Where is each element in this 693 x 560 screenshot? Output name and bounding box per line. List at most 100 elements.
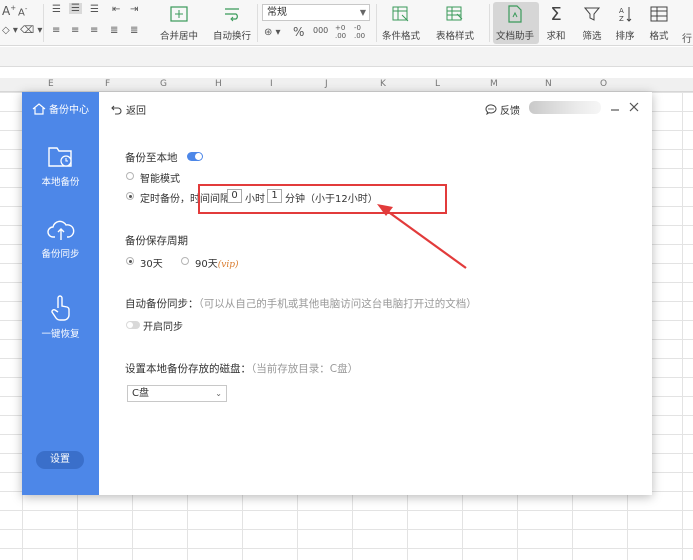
backup-local-toggle[interactable]: [187, 152, 203, 161]
conditional-format-icon: [390, 4, 412, 24]
sort-button[interactable]: AZ 排序: [614, 4, 636, 42]
brand-label: 备份中心: [49, 105, 89, 116]
close-button[interactable]: [627, 100, 641, 114]
decimal-increase-button[interactable]: +0 .00: [335, 24, 349, 40]
divider: [376, 4, 377, 42]
disk-select[interactable]: C盘 ⌄: [127, 385, 227, 402]
divider: [489, 4, 490, 42]
auto-sync-title: 自动备份同步：（可以从自己的手机或其他电脑访问这台电脑打开过的文档）: [125, 296, 477, 311]
sidebar-item-label: 一键恢复: [41, 329, 80, 340]
column-header[interactable]: F: [105, 79, 110, 89]
table-style-button[interactable]: 表格样式: [436, 4, 474, 42]
column-header[interactable]: I: [270, 79, 273, 89]
conditional-format-label: 条件格式: [382, 31, 421, 42]
feedback-label: 反馈: [500, 106, 520, 117]
sync-toggle-label: 开启同步: [143, 322, 183, 333]
clear-icon[interactable]: ⌫ ▾: [20, 25, 42, 36]
formula-bar: [0, 47, 693, 67]
align-middle-icon[interactable]: ☰: [69, 3, 82, 14]
doc-assistant-icon: [504, 4, 526, 24]
indent-increase-icon[interactable]: ⇥: [130, 4, 138, 15]
font-size-up-label: A: [2, 4, 11, 18]
number-format-value: 常规: [267, 7, 287, 18]
font-size-decrease-button[interactable]: A-: [18, 5, 27, 18]
user-account-blurred[interactable]: [529, 101, 601, 114]
settings-button[interactable]: 设置: [36, 451, 84, 469]
divider: [257, 4, 258, 42]
close-icon: [629, 102, 639, 112]
sidebar-item-one-click-restore[interactable]: 一键恢复: [22, 294, 99, 340]
sidebar-item-backup-sync[interactable]: 备份同步: [22, 218, 99, 260]
distributed-icon[interactable]: ≣: [130, 25, 138, 36]
hand-pointer-icon: [50, 295, 70, 321]
decimal-decrease-button[interactable]: -0 .00: [354, 24, 368, 40]
divider: [43, 4, 44, 42]
column-header[interactable]: O: [600, 79, 607, 89]
sidebar: 备份中心 本地备份 备份同步 一键恢复 设置: [22, 92, 99, 495]
retention-90-label: 90天(vip): [195, 255, 238, 270]
column-header[interactable]: J: [325, 79, 328, 89]
align-left-icon[interactable]: ≡: [52, 25, 60, 36]
back-button[interactable]: 返回: [111, 102, 146, 117]
sync-toggle[interactable]: [126, 321, 140, 329]
format-button[interactable]: 格式: [648, 4, 670, 42]
column-header[interactable]: K: [380, 79, 386, 89]
auto-sync-hint: （可以从自己的手机或其他电脑访问这台电脑打开过的文档）: [198, 298, 477, 310]
align-center-icon[interactable]: ≡: [71, 25, 79, 36]
svg-text:A: A: [619, 7, 624, 15]
column-header[interactable]: E: [48, 79, 54, 89]
number-format-select[interactable]: 常规 ▼: [262, 4, 370, 21]
align-top-icon[interactable]: ☰: [52, 4, 61, 15]
table-style-label: 表格样式: [436, 31, 475, 42]
folder-clock-icon: [47, 147, 72, 167]
column-header[interactable]: G: [160, 79, 167, 89]
dialog-topbar: 返回 反馈: [99, 92, 652, 124]
retention-90-radio[interactable]: [181, 257, 189, 265]
thousands-button[interactable]: 000: [313, 26, 328, 35]
font-size-increase-button[interactable]: A+: [2, 4, 16, 18]
wrap-text-button[interactable]: 自动换行: [213, 4, 251, 42]
conditional-format-button[interactable]: 条件格式: [382, 4, 420, 42]
currency-button[interactable]: ⊛ ▾: [264, 27, 281, 38]
format-label: 格式: [649, 31, 669, 42]
doc-assistant-button[interactable]: 文档助手: [496, 4, 534, 42]
align-bottom-icon[interactable]: ☰: [90, 4, 99, 15]
feedback-button[interactable]: 反馈: [485, 102, 520, 117]
brand: 备份中心: [32, 101, 89, 116]
format-icon: [648, 4, 670, 24]
column-header[interactable]: M: [490, 79, 498, 89]
smart-mode-radio[interactable]: [126, 172, 134, 180]
column-header[interactable]: L: [435, 79, 440, 89]
column-header[interactable]: N: [545, 79, 552, 89]
sort-icon: AZ: [614, 4, 636, 24]
merge-center-label: 合并居中: [160, 31, 199, 42]
filter-button[interactable]: 筛选: [581, 4, 603, 42]
filter-icon: [581, 4, 603, 24]
sum-button[interactable]: Σ 求和: [545, 3, 567, 43]
column-headers: E F G H I J K L M N O: [0, 78, 693, 92]
backup-local-title: 备份至本地: [125, 152, 178, 164]
indent-decrease-icon[interactable]: ⇤: [112, 4, 120, 15]
row-col-button[interactable]: 行: [682, 30, 692, 45]
timed-backup-radio[interactable]: [126, 192, 134, 200]
retention-30-radio[interactable]: [126, 257, 134, 265]
back-arrow-icon: [111, 105, 122, 115]
cloud-upload-icon: [46, 220, 74, 240]
justify-icon[interactable]: ≣: [110, 25, 118, 36]
column-header[interactable]: H: [215, 79, 222, 89]
disk-title: 设置本地备份存放的磁盘：（当前存放目录：C盘）: [125, 361, 358, 376]
chat-bubble-icon: [485, 104, 497, 115]
merge-center-button[interactable]: 合并居中: [160, 4, 198, 42]
smart-mode-label: 智能模式: [140, 174, 180, 185]
align-right-icon[interactable]: ≡: [90, 25, 98, 36]
merge-cells-icon: [168, 4, 190, 24]
minimize-button[interactable]: [608, 100, 622, 114]
toolbar-ribbon: A+ A- ◇ ▾ ⌫ ▾ ☰ ☰ ☰ ⇤ ⇥ ≡ ≡ ≡ ≣ ≣ 合并居中 自…: [0, 0, 693, 46]
sidebar-item-local-backup[interactable]: 本地备份: [22, 144, 99, 188]
fill-color-button[interactable]: ◇ ▾: [2, 25, 18, 36]
percent-button[interactable]: %: [293, 25, 304, 39]
sidebar-item-label: 本地备份: [41, 177, 80, 188]
sum-label: 求和: [546, 31, 566, 42]
sigma-icon: Σ: [550, 3, 562, 25]
sidebar-item-label: 备份同步: [41, 249, 80, 260]
